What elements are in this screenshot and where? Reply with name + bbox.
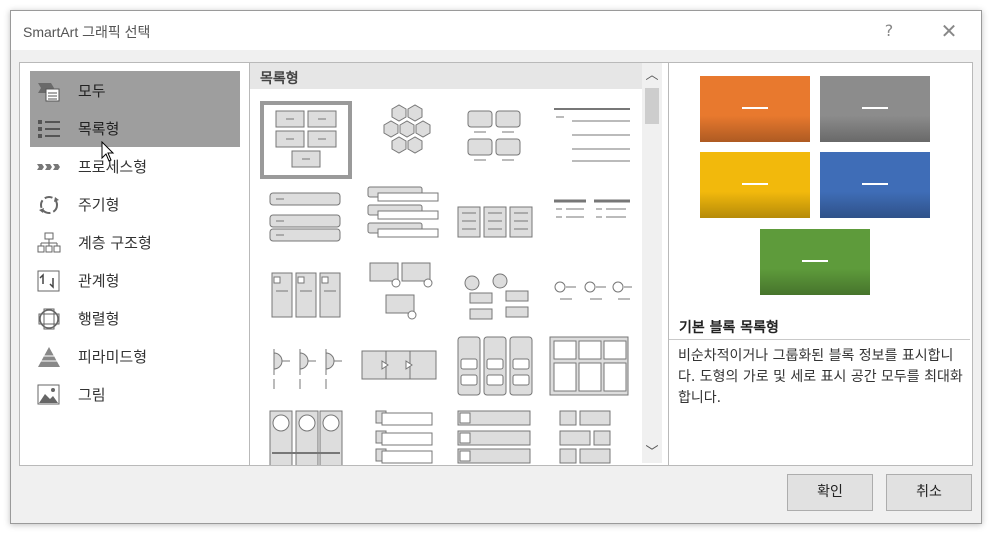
hierarchy-icon bbox=[37, 232, 61, 253]
bracket-list-thumbnail bbox=[554, 199, 630, 218]
gallery-scrollbar[interactable]: ︿ ﹀ bbox=[642, 63, 662, 463]
mouse-cursor-icon bbox=[101, 141, 115, 162]
preview-block-gold bbox=[700, 152, 810, 218]
layout-segmented-list[interactable] bbox=[260, 335, 352, 413]
picture-caption-list-thumbnail bbox=[369, 262, 433, 320]
scroll-down-button[interactable]: ﹀ bbox=[642, 443, 662, 463]
gallery-section-header: 목록형 bbox=[250, 63, 642, 89]
horizontal-bullet-list-thumbnail bbox=[554, 281, 632, 300]
all-icon bbox=[38, 83, 60, 102]
vertical-bullet-list-thumbnail bbox=[375, 410, 433, 464]
category-cycle[interactable]: 주기형 bbox=[30, 185, 240, 223]
preview-text-placeholder bbox=[862, 183, 888, 185]
relationship-icon bbox=[37, 270, 60, 292]
picture-accent-list-thumbnail bbox=[269, 410, 343, 465]
scroll-up-button[interactable]: ︿ bbox=[642, 66, 662, 86]
category-label: 그림 bbox=[78, 386, 106, 404]
layout-vertical-bullet-list[interactable] bbox=[356, 407, 448, 465]
preview-text-placeholder bbox=[742, 183, 768, 185]
layout-basic-block-list[interactable] bbox=[260, 101, 352, 179]
category-label: 목록형 bbox=[78, 120, 120, 138]
layout-title: 기본 블록 목록형 bbox=[679, 320, 779, 336]
layout-vertical-block-list[interactable] bbox=[450, 335, 542, 413]
arrow-list-thumbnail bbox=[361, 350, 437, 380]
preview-text-placeholder bbox=[742, 107, 768, 109]
layout-picture-accent-list[interactable] bbox=[260, 407, 352, 465]
category-pyramid[interactable]: 피라미드형 bbox=[30, 337, 240, 375]
layout-picture-caption-list[interactable] bbox=[356, 259, 448, 337]
category-list-type[interactable]: 목록형 bbox=[30, 109, 240, 147]
circle-list-thumbnail bbox=[464, 273, 529, 320]
layout-circle-list[interactable] bbox=[450, 259, 542, 337]
layout-description-box: 비순차적이거나 그룹화된 블록 정보를 표시합니다. 도형의 가로 및 세로 표… bbox=[669, 339, 970, 464]
hexagon-list-thumbnail bbox=[383, 104, 431, 154]
category-relationship[interactable]: 관계형 bbox=[30, 261, 240, 299]
category-label: 계층 구조형 bbox=[78, 234, 152, 252]
scroll-thumb[interactable] bbox=[645, 88, 659, 124]
layout-tabbed-list[interactable] bbox=[356, 181, 448, 259]
preview-text-placeholder bbox=[862, 107, 888, 109]
layout-grouped-list[interactable] bbox=[450, 101, 542, 179]
category-label: 주기형 bbox=[78, 196, 120, 214]
category-hierarchy[interactable]: 계층 구조형 bbox=[30, 223, 240, 261]
layout-vertical-box-list[interactable] bbox=[260, 259, 352, 337]
close-button[interactable]: ✕ bbox=[936, 18, 962, 44]
grouped-list-thumbnail bbox=[467, 110, 521, 161]
gallery-section-label: 목록형 bbox=[260, 71, 299, 87]
preview-block-gray bbox=[820, 76, 930, 142]
tabbed-list-thumbnail bbox=[367, 186, 439, 238]
vertical-box-list-thumbnail bbox=[271, 272, 341, 318]
category-all[interactable]: 모두 bbox=[30, 71, 240, 109]
layout-table-list[interactable] bbox=[546, 335, 638, 413]
layout-horizontal-bar-list[interactable] bbox=[450, 407, 542, 465]
category-matrix[interactable]: 행렬형 bbox=[30, 299, 240, 337]
category-list: 모두 목록형 프로세스형 주기형 계층 구조형 관계형 행렬형 피라미드형 그림 bbox=[19, 62, 251, 466]
layout-arrow-list[interactable] bbox=[356, 335, 448, 413]
cycle-icon bbox=[39, 196, 59, 214]
lined-list-thumbnail bbox=[554, 108, 630, 162]
preview-panel: 기본 블록 목록형 비순차적이거나 그룹화된 블록 정보를 표시합니다. 도형의… bbox=[668, 62, 973, 466]
preview-text-placeholder bbox=[802, 260, 828, 262]
ok-button[interactable]: 확인 bbox=[787, 474, 873, 511]
layout-stacked-list[interactable] bbox=[450, 181, 542, 259]
layout-horizontal-bullet-list[interactable] bbox=[546, 259, 638, 337]
category-label: 모두 bbox=[78, 82, 106, 100]
preview-block-orange bbox=[700, 76, 810, 142]
dialog-title: SmartArt 그래픽 선택 bbox=[23, 24, 151, 40]
preview-block-blue bbox=[820, 152, 930, 218]
preview-block-green bbox=[760, 229, 870, 295]
process-icon bbox=[37, 164, 60, 170]
matrix-icon bbox=[38, 308, 60, 330]
category-process[interactable]: 프로세스형 bbox=[30, 147, 240, 185]
category-label: 관계형 bbox=[78, 272, 120, 290]
stacked-list-thumbnail bbox=[457, 206, 533, 238]
segmented-list-thumbnail bbox=[273, 349, 342, 389]
basic-block-list-thumbnail bbox=[275, 110, 337, 168]
picture-icon bbox=[37, 384, 60, 405]
horizontal-bar-list-thumbnail bbox=[457, 410, 531, 464]
smartart-dialog: SmartArt 그래픽 선택 ? ✕ 모두 목록형 프로세스형 주기형 계층 … bbox=[10, 10, 982, 524]
layout-description: 비순차적이거나 그룹화된 블록 정보를 표시합니다. 도형의 가로 및 세로 표… bbox=[678, 348, 963, 406]
list-icon bbox=[38, 120, 60, 138]
layout-bar-list[interactable] bbox=[260, 181, 352, 259]
layout-gallery: 목록형 ︿ ﹀ bbox=[249, 62, 670, 466]
pyramid-icon bbox=[38, 347, 60, 367]
category-picture[interactable]: 그림 bbox=[30, 375, 240, 413]
category-label: 행렬형 bbox=[78, 310, 120, 328]
cancel-button[interactable]: 취소 bbox=[886, 474, 972, 511]
vertical-block-list-thumbnail bbox=[457, 336, 533, 396]
layout-block-grid-list[interactable] bbox=[546, 407, 638, 465]
category-label: 피라미드형 bbox=[78, 348, 148, 366]
help-button[interactable]: ? bbox=[876, 18, 902, 44]
layout-lined-list[interactable] bbox=[546, 101, 638, 179]
title-bar: SmartArt 그래픽 선택 ? ✕ bbox=[11, 11, 981, 50]
block-grid-list-thumbnail bbox=[559, 410, 611, 464]
layout-hexagon-list[interactable] bbox=[356, 101, 448, 179]
bar-list-thumbnail bbox=[269, 192, 341, 242]
layout-bracket-list[interactable] bbox=[546, 181, 638, 259]
table-list-thumbnail bbox=[549, 336, 629, 396]
